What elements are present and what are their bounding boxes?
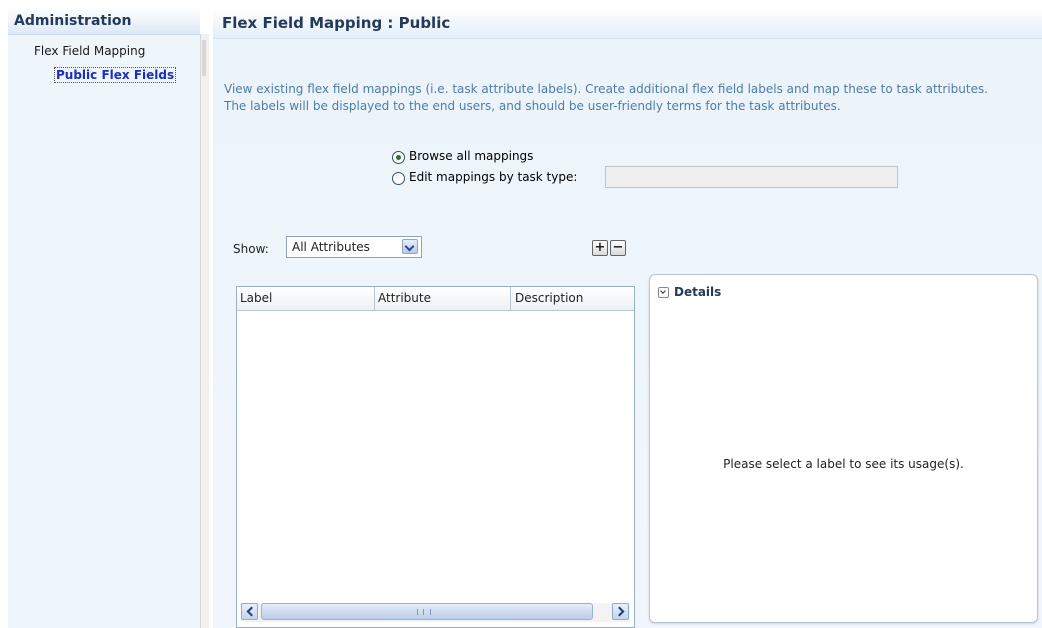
page-title: Flex Field Mapping : Public [222,14,451,32]
sidebar-title: Administration [14,13,132,29]
panel-splitter[interactable] [200,34,209,628]
intro-line-2: The labels will be displayed to the end … [224,99,841,113]
sidebar-item-flex-field-mapping[interactable]: Flex Field Mapping [34,44,145,58]
column-header-description[interactable]: Description [515,291,583,305]
mappings-table: Label Attribute Description [236,286,635,628]
column-header-attribute[interactable]: Attribute [378,291,431,305]
column-divider[interactable] [510,287,511,310]
edit-by-task-type-radio[interactable] [392,172,405,185]
column-divider[interactable] [374,287,375,310]
sidebar-item-public-flex-fields[interactable]: Public Flex Fields [54,67,177,83]
remove-label-button[interactable]: − [610,240,626,256]
main-content: Flex Field Mapping : Public View existin… [213,8,1042,628]
grip-icon [417,609,431,615]
horizontal-scrollbar[interactable] [241,603,630,622]
splitter-handle[interactable] [202,40,206,76]
table-header: Label Attribute Description [237,287,634,311]
intro-line-1: View existing flex field mappings (i.e. … [224,82,989,96]
sidebar-header: Administration [8,8,200,35]
show-attributes-select[interactable]: All Attributes [286,236,422,258]
show-select-value: All Attributes [292,240,370,254]
admin-sidebar: Administration Flex Field Mapping Public… [8,8,200,628]
task-type-field[interactable] [605,166,898,188]
scrollbar-thumb[interactable] [261,603,593,620]
add-label-button[interactable]: + [592,240,608,256]
details-panel: Details Please select a label to see its… [649,274,1038,623]
radio-selected-dot [396,155,401,160]
scroll-right-icon[interactable] [612,603,629,620]
browse-all-radio[interactable] [392,151,405,164]
scroll-left-icon[interactable] [241,603,258,620]
column-header-label[interactable]: Label [240,291,272,305]
browse-all-label[interactable]: Browse all mappings [409,149,533,163]
details-title[interactable]: Details [674,285,721,299]
chevron-down-icon[interactable] [402,239,418,254]
show-label: Show: [233,242,269,256]
intro-text: View existing flex field mappings (i.e. … [224,81,1042,115]
page-header: Flex Field Mapping : Public [213,8,1042,39]
collapse-toggle-icon[interactable] [658,287,669,298]
details-empty-message: Please select a label to see its usage(s… [723,457,964,471]
edit-by-task-type-label[interactable]: Edit mappings by task type: [409,170,577,184]
